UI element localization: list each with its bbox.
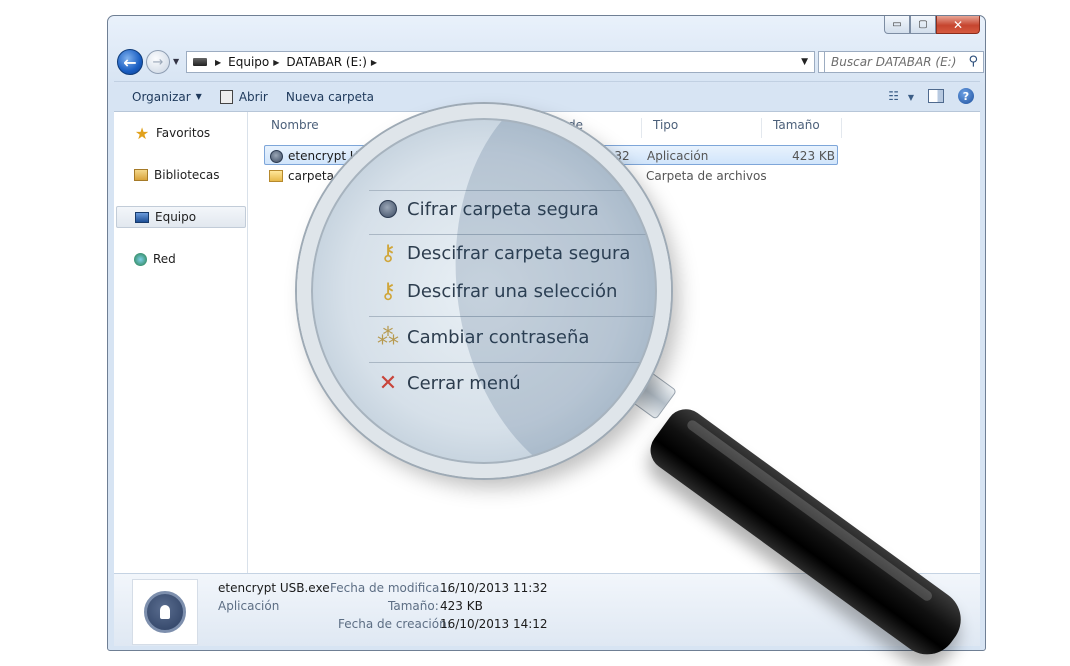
organize-button[interactable]: Organizar ▼ xyxy=(132,90,202,104)
nav-label: Red xyxy=(153,252,176,266)
file-name-cell: carpeta xyxy=(269,169,334,183)
network-icon xyxy=(134,252,147,266)
command-toolbar: Organizar ▼ Abrir Nueva carpeta ☷ ▼ ? xyxy=(114,81,980,111)
file-thumbnail xyxy=(132,579,198,645)
nav-item-favorites[interactable]: ★ Favoritos xyxy=(116,122,246,144)
breadcrumb-separator-icon[interactable]: ▶ xyxy=(371,58,377,67)
column-header-size[interactable]: Tamaño xyxy=(762,118,842,138)
address-bar[interactable]: ▶ Equipo ▶ DATABAR (E:) ▶ ▼ xyxy=(186,51,815,73)
change-view-button[interactable]: ☷ ▼ xyxy=(888,89,914,103)
preview-pane-icon[interactable] xyxy=(928,89,944,103)
minimize-button[interactable]: ▭ xyxy=(884,16,910,34)
breadcrumb-separator-icon[interactable]: ▶ xyxy=(273,58,279,67)
chevron-down-icon: ▼ xyxy=(195,92,202,101)
column-header-date[interactable]: Fecha de modifica... xyxy=(518,118,642,146)
file-type: Carpeta de archivos xyxy=(646,169,767,183)
folder-icon xyxy=(269,170,283,182)
nav-item-network[interactable]: Red xyxy=(116,248,246,270)
file-date: 11:32 xyxy=(595,149,630,163)
details-created-value: 16/10/2013 14:12 xyxy=(440,617,548,631)
back-button[interactable]: ← xyxy=(117,49,143,75)
details-size-label: Tamaño: xyxy=(388,599,439,613)
details-size-value: 423 KB xyxy=(440,599,483,613)
table-row[interactable]: etencrypt USB 11:32 Aplicación 423 KB xyxy=(264,145,838,165)
details-modified-label: Fecha de modifica... xyxy=(330,581,451,595)
content-area: ★ Favoritos Bibliotecas Equipo Red Nombr… xyxy=(114,111,980,573)
forward-button[interactable]: → xyxy=(146,50,170,74)
view-list-icon: ☷ xyxy=(888,89,900,103)
file-type: Aplicación xyxy=(647,149,709,163)
search-placeholder: Buscar DATABAR (E:) xyxy=(831,55,957,69)
star-icon: ★ xyxy=(134,123,150,143)
keyhole-icon xyxy=(160,605,170,619)
breadcrumb-separator-icon[interactable]: ▶ xyxy=(215,58,221,67)
details-modified-value: 16/10/2013 11:32 xyxy=(440,581,548,595)
nav-label: Bibliotecas xyxy=(154,168,220,182)
history-dropdown-icon[interactable]: ▼ xyxy=(173,57,179,66)
app-icon xyxy=(270,149,283,163)
computer-icon xyxy=(135,211,149,223)
explorer-window: ▭ ▢ ✕ ← → ▼ ▶ Equipo ▶ DATABAR (E:) ▶ ▼ … xyxy=(107,15,986,651)
nav-item-libraries[interactable]: Bibliotecas xyxy=(116,164,246,186)
breadcrumb-equipo[interactable]: Equipo xyxy=(228,55,269,69)
new-folder-label: Nueva carpeta xyxy=(285,89,375,104)
table-row[interactable]: carpeta Carpeta de archivos xyxy=(264,166,838,186)
navigation-bar: ← → ▼ ▶ Equipo ▶ DATABAR (E:) ▶ ▼ ↻ Busc… xyxy=(114,48,984,76)
library-icon xyxy=(134,169,148,181)
nav-label: Favoritos xyxy=(156,126,211,140)
column-header-type[interactable]: Tipo xyxy=(642,118,762,138)
column-header-name[interactable]: Nombre xyxy=(260,118,518,138)
address-dropdown-icon[interactable]: ▼ xyxy=(801,57,808,67)
breadcrumb-databar[interactable]: DATABAR (E:) xyxy=(286,55,367,69)
chevron-down-icon: ▼ xyxy=(907,93,914,102)
details-file-name: etencrypt USB.exe xyxy=(218,581,330,595)
nav-item-computer[interactable]: Equipo xyxy=(116,206,246,228)
close-button[interactable]: ✕ xyxy=(936,16,980,34)
file-name: carpeta xyxy=(288,169,334,183)
maximize-button[interactable]: ▢ xyxy=(910,16,936,34)
navigation-pane: ★ Favoritos Bibliotecas Equipo Red xyxy=(114,112,248,573)
nav-label: Equipo xyxy=(155,210,197,224)
drive-icon xyxy=(193,58,207,66)
open-button[interactable]: Abrir xyxy=(219,89,268,104)
file-name: etencrypt USB xyxy=(288,149,375,163)
open-label: Abrir xyxy=(238,89,268,104)
open-app-icon xyxy=(219,89,233,104)
file-list: Nombre Fecha de modifica... Tipo Tamaño … xyxy=(248,112,980,573)
new-folder-button[interactable]: Nueva carpeta xyxy=(286,90,374,104)
details-file-kind: Aplicación xyxy=(218,599,280,613)
search-icon[interactable]: ⚲ xyxy=(968,54,978,69)
help-icon[interactable]: ? xyxy=(958,88,974,104)
details-created-label: Fecha de creación: xyxy=(338,617,451,631)
organize-label: Organizar xyxy=(132,89,191,104)
search-input[interactable]: Buscar DATABAR (E:) ⚲ xyxy=(824,51,984,73)
lock-app-icon xyxy=(144,591,186,633)
file-size: 423 KB xyxy=(792,149,835,163)
details-pane: etencrypt USB.exe Aplicación Fecha de mo… xyxy=(114,573,980,646)
file-name-cell: etencrypt USB xyxy=(270,149,374,163)
toolbar-right: ☷ ▼ ? xyxy=(888,88,974,104)
caption-buttons: ▭ ▢ ✕ xyxy=(884,16,980,34)
